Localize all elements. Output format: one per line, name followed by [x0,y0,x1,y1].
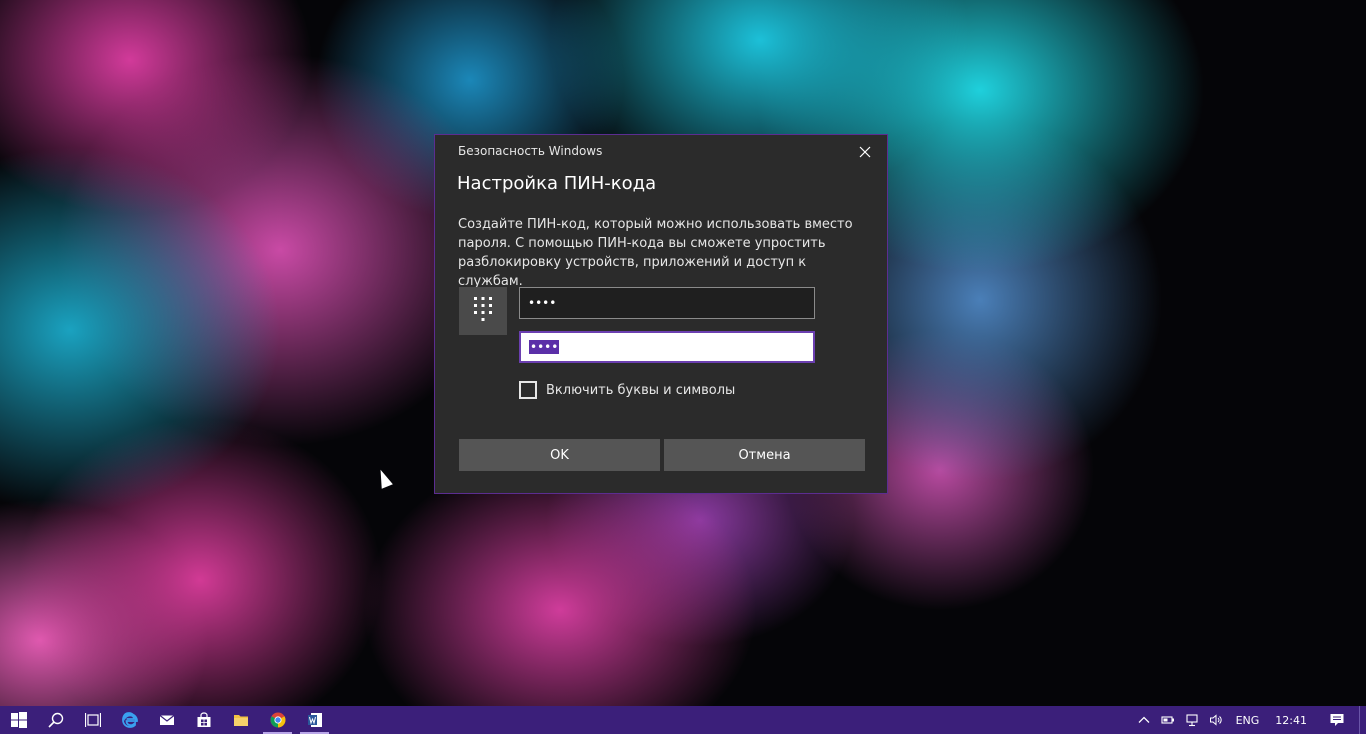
dialog-description: Создайте ПИН-код, который можно использо… [458,217,853,289]
notification-icon [1330,714,1344,726]
keypad-icon [474,297,492,321]
volume-icon [1209,714,1222,726]
language-indicator[interactable]: ENG [1228,714,1268,727]
edge-icon [121,712,138,728]
include-letters-label: Включить буквы и символы [546,382,736,398]
edge-button[interactable] [111,706,148,734]
desktop-wallpaper: Безопасность Windows Настройка ПИН-кода … [0,0,1366,706]
system-tray: ENG 12:41 [1132,706,1366,734]
chrome-button[interactable] [259,706,296,734]
ok-button[interactable]: OK [459,439,660,471]
start-button[interactable] [0,706,37,734]
cancel-button[interactable]: Отмена [664,439,865,471]
network-icon [1186,714,1198,727]
network-button[interactable] [1180,706,1204,734]
include-letters-option[interactable]: Включить буквы и символы [519,381,735,399]
keypad-tile [459,287,507,335]
mail-button[interactable] [148,706,185,734]
mail-icon [159,715,174,725]
window-title: Безопасность Windows [458,144,603,158]
task-view-icon [84,713,101,727]
volume-button[interactable] [1204,706,1228,734]
new-pin-value: •••• [528,296,557,310]
confirm-pin-value: •••• [529,340,560,354]
chevron-up-icon [1138,716,1150,723]
store-icon [197,712,210,727]
show-desktop-button[interactable] [1359,706,1366,734]
task-view-button[interactable] [74,706,111,734]
mouse-pointer-icon [375,467,393,489]
show-hidden-icons-button[interactable] [1132,706,1156,734]
close-icon [859,146,871,158]
close-button[interactable] [851,141,879,163]
word-icon [307,713,322,727]
pin-setup-dialog: Безопасность Windows Настройка ПИН-кода … [434,134,888,494]
search-icon [47,712,63,728]
clock[interactable]: 12:41 [1267,714,1315,727]
word-button[interactable] [296,706,333,734]
include-letters-checkbox[interactable] [519,381,537,399]
chrome-icon [270,712,285,728]
action-center-button[interactable] [1315,706,1359,734]
taskbar: ENG 12:41 [0,706,1366,734]
battery-icon [1161,716,1174,724]
new-pin-input[interactable]: •••• [519,287,815,319]
file-explorer-button[interactable] [222,706,259,734]
search-button[interactable] [37,706,74,734]
store-button[interactable] [185,706,222,734]
file-explorer-icon [233,715,248,726]
windows-start-icon [10,712,27,728]
confirm-pin-input[interactable]: •••• [519,331,815,363]
dialog-heading: Настройка ПИН-кода [457,173,657,194]
battery-button[interactable] [1156,706,1180,734]
